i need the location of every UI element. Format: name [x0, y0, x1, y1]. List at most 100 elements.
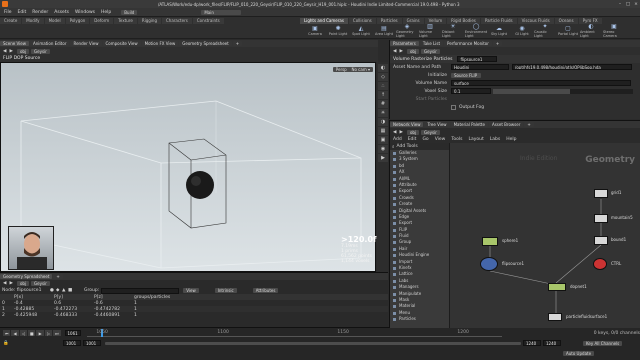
tab-network-view[interactable]: Network View [390, 122, 424, 127]
node-sphere1[interactable] [482, 237, 498, 246]
shelf-tool-sky-light[interactable]: ☁ Sky Light [488, 25, 510, 38]
voxel-size-slider[interactable] [493, 88, 633, 94]
network-menu-add[interactable]: Add [393, 137, 402, 142]
display-snapshot-icon[interactable]: ◉ [378, 145, 388, 153]
jump-end-icon[interactable]: ⏭ [53, 330, 61, 336]
shelf-tab-collisions[interactable]: Collisions [348, 17, 376, 24]
display-camera-icon[interactable]: ▣ [378, 136, 388, 144]
network-path-obj[interactable]: obj [406, 129, 420, 135]
shelf-tool-point-light[interactable]: ✺ Point Light [327, 25, 349, 38]
volume-name-field[interactable]: surface [451, 80, 631, 86]
initialize-button[interactable]: Source FLIP [451, 72, 481, 78]
minimize-button[interactable]: – [616, 2, 624, 7]
spreadsheet-group-field[interactable] [101, 287, 180, 294]
spreadsheet-path-geysir[interactable]: Geysir [31, 281, 50, 286]
spreadsheet-path-obj[interactable]: obj [16, 281, 30, 286]
node-bound1[interactable] [594, 236, 608, 245]
spreadsheet-attributes-button[interactable]: Attributes [252, 288, 279, 293]
shelf-tab-constraints[interactable]: Constraints [192, 17, 224, 24]
menu-edit[interactable]: Edit [18, 10, 27, 15]
column-header-pz[interactable]: P[z] [92, 295, 132, 300]
back-arrow-icon-bottom[interactable]: ◀ [3, 281, 6, 286]
node-ctrl[interactable] [593, 258, 607, 270]
start-frame-field[interactable]: 1001 [63, 340, 81, 346]
detail-mode-icon[interactable]: ■ [68, 288, 74, 293]
shelf-tool-environment-light[interactable]: ◯ Environment Light [465, 24, 487, 39]
network-menu-tools[interactable]: Tools [451, 137, 462, 142]
tab-render-view[interactable]: Render View [70, 41, 102, 46]
shelf-tab-model[interactable]: Model [44, 17, 65, 24]
shelf-tab-deform[interactable]: Deform [90, 17, 114, 24]
column-header-py[interactable]: P[y] [52, 295, 92, 300]
end-frame-field-2[interactable]: 1240 [543, 340, 561, 346]
menu-windows[interactable]: Windows [75, 10, 95, 15]
back-arrow-icon-network[interactable]: ◀ [393, 130, 396, 135]
shelf-tab-create[interactable]: Create [0, 17, 22, 24]
shelf-tool-geometry-light[interactable]: ◈ Geometry Light [396, 24, 418, 39]
play-reverse-icon[interactable]: ◁ [19, 330, 28, 336]
start-frame-field-2[interactable]: 1001 [83, 340, 101, 346]
shelf-tab-particle-fluids[interactable]: Particle Fluids [480, 17, 517, 24]
current-frame-field[interactable]: 1061 [64, 330, 82, 336]
forward-arrow-icon-params[interactable]: ▶ [399, 49, 402, 54]
node-particlefluidsurface1[interactable] [548, 313, 562, 321]
display-grid-icon[interactable]: # [378, 100, 388, 108]
network-menu-labs[interactable]: Labs [490, 137, 500, 142]
step-back-icon[interactable]: ◀ [11, 330, 19, 336]
auto-update-dropdown[interactable]: Auto Update [563, 350, 595, 356]
tab-scene-view[interactable]: Scene View [0, 41, 29, 46]
shelf-tool-spot-light[interactable]: ◭ Spot Light [350, 25, 372, 38]
column-header-groups[interactable]: groups/particles [132, 295, 192, 300]
forward-arrow-icon-network[interactable]: ▶ [399, 130, 402, 135]
shelf-tab-polygon[interactable]: Polygon [65, 17, 90, 24]
network-menu-help[interactable]: Help [506, 137, 516, 142]
back-arrow-icon-params[interactable]: ◀ [393, 49, 396, 54]
network-path-geysir[interactable]: Geysir [421, 129, 440, 135]
tab-motion-fx-view[interactable]: Motion FX View [141, 41, 179, 46]
shelf-tool-distant-light[interactable]: ☀ Distant Light [442, 24, 464, 39]
shelf-tool-gi-light[interactable]: ◉ GI Light [511, 25, 533, 38]
back-arrow-icon[interactable]: ◀ [3, 49, 6, 54]
tab-geometry-spreadsheet[interactable]: Geometry Spreadsheet [179, 41, 232, 46]
shelf-tool-volume-light[interactable]: ▥ Volume Light [419, 24, 441, 39]
display-shadows-icon[interactable]: ◑ [378, 118, 388, 126]
tab-asset-browser[interactable]: Asset Browser [488, 122, 524, 127]
display-bg-icon[interactable]: ▦ [378, 127, 388, 135]
shelf-tab-oceans[interactable]: Oceans [554, 17, 578, 24]
params-path-geysir[interactable]: Geysir [421, 48, 440, 54]
forward-arrow-icon[interactable]: ▶ [9, 49, 12, 54]
tab-performance-monitor[interactable]: Performance Monitor [444, 41, 492, 46]
shelf-tool-area-light[interactable]: ▤ Area Light [373, 25, 395, 38]
shelf-tab-characters[interactable]: Characters [161, 17, 192, 24]
table-row[interactable]: 2 -0.425948 -0.468333 -0.4460891 1 [0, 312, 388, 318]
desktop-dropdown[interactable]: Main [201, 9, 242, 15]
add-tab-button[interactable]: + [232, 41, 243, 46]
shelf-tab-rigging[interactable]: Rigging [137, 17, 161, 24]
forward-arrow-icon-bottom[interactable]: ▶ [9, 281, 12, 286]
3d-viewport[interactable]: Persp ▾ No cam ▾ >120.0fps 7.19ms 1 prim… [0, 62, 387, 272]
network-menu-edit[interactable]: Edit [408, 137, 417, 142]
path-geysir[interactable]: Geysir [31, 48, 50, 54]
spreadsheet-intrinsic-button[interactable]: Intrinsic [214, 288, 237, 293]
menu-render[interactable]: Render [32, 10, 48, 15]
node-name-field[interactable]: flipsource1 [457, 56, 498, 62]
display-wireframe-icon[interactable]: ◇ [378, 73, 388, 81]
node-flipsource1[interactable] [480, 257, 498, 271]
node-mountain5[interactable] [594, 214, 608, 223]
tab-geometry-spreadsheet-bottom[interactable]: Geometry Spreadsheet [0, 274, 53, 279]
output-fog-checkbox[interactable] [451, 104, 456, 110]
voxel-size-field[interactable]: 0.1 [451, 88, 491, 94]
menu-help[interactable]: Help [101, 10, 111, 15]
display-flipbook-icon[interactable]: ▶ [378, 154, 388, 162]
camera-menu[interactable]: No cam ▾ [348, 67, 373, 72]
shelf-tool-caustic-light[interactable]: ✦ Caustic Light [534, 24, 556, 39]
key-all-channels-button[interactable]: Key All Channels [583, 340, 623, 346]
network-menu-go[interactable]: Go [422, 137, 428, 142]
tab-composite-view[interactable]: Composite View [102, 41, 141, 46]
network-menu-view[interactable]: View [435, 137, 446, 142]
tab-animation-editor[interactable]: Animation Editor [29, 41, 70, 46]
shelf-tab-texture[interactable]: Texture [114, 17, 137, 24]
display-normals-icon[interactable]: ↑ [378, 91, 388, 99]
node-dopnet1[interactable] [548, 283, 566, 291]
add-tab-button-bottom[interactable]: + [53, 274, 63, 279]
